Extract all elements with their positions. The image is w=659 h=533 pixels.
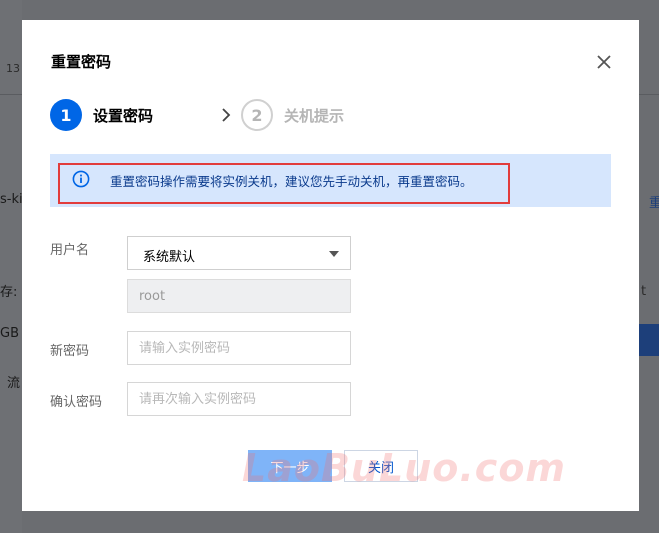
chevron-right-icon <box>222 108 231 122</box>
confirm-password-label: 确认密码 <box>50 395 103 410</box>
step-1-label: 设置密码 <box>93 107 154 125</box>
step-2-indicator: 2 <box>241 99 273 131</box>
background-text: t <box>641 284 647 299</box>
step-2-label: 关机提示 <box>284 107 345 125</box>
username-select[interactable]: 系统默认 <box>127 236 351 270</box>
background-text: 流 <box>7 376 21 391</box>
caret-down-icon <box>329 251 339 257</box>
highlight-box <box>58 163 510 204</box>
new-password-input[interactable] <box>127 331 351 365</box>
username-label: 用户名 <box>50 243 90 258</box>
step-1-indicator: 1 <box>50 99 82 131</box>
close-icon[interactable] <box>593 51 615 73</box>
new-password-label: 新密码 <box>50 344 90 359</box>
background-divider <box>639 94 659 95</box>
stepper: 1 设置密码 2 关机提示 <box>50 99 450 131</box>
info-alert: 重置密码操作需要将实例关机，建议您先手动关机，再重置密码。 <box>50 154 611 207</box>
background-sidebar <box>0 0 22 533</box>
next-button[interactable]: 下一步 <box>248 450 332 482</box>
background-text: 重 <box>649 196 659 211</box>
dialog-title: 重置密码 <box>51 53 112 71</box>
background-text: GB <box>0 326 19 341</box>
background-text: 13 <box>6 62 20 75</box>
confirm-password-input[interactable] <box>127 382 351 416</box>
username-select-value: 系统默认 <box>143 250 196 265</box>
background-button <box>638 324 659 356</box>
close-button[interactable]: 关闭 <box>344 450 418 482</box>
username-input <box>127 279 351 313</box>
reset-password-dialog: 重置密码 1 设置密码 2 关机提示 重置密码操作需要将实例关机，建议您先手动关… <box>22 20 639 511</box>
background-divider <box>0 94 22 95</box>
